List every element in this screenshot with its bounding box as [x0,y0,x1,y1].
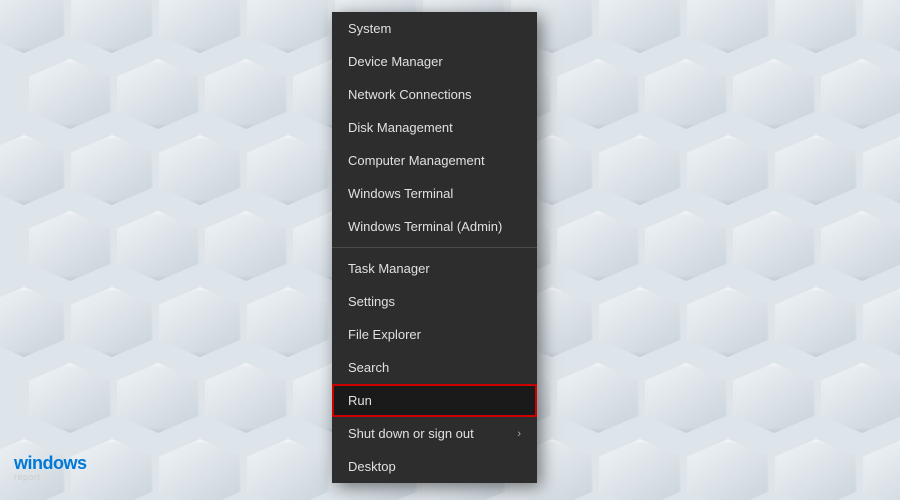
menu-label-windows-terminal-admin: Windows Terminal (Admin) [348,219,502,234]
menu-item-desktop[interactable]: Desktop [332,450,537,483]
hex-cell [557,363,639,433]
hex-cell [0,135,65,205]
hex-cell [821,363,900,433]
hex-cell [775,287,857,357]
menu-label-file-explorer: File Explorer [348,327,421,342]
hex-cell [863,135,900,205]
hex-cell [117,59,199,129]
hex-cell [733,59,815,129]
hex-cell [71,0,153,53]
hex-cell [247,135,329,205]
hex-cell [557,211,639,281]
menu-item-windows-terminal-admin[interactable]: Windows Terminal (Admin) [332,210,537,243]
windows-logo: windows report [14,453,87,482]
menu-item-settings[interactable]: Settings [332,285,537,318]
menu-label-network-connections: Network Connections [348,87,472,102]
menu-item-computer-management[interactable]: Computer Management [332,144,537,177]
hex-cell [645,363,727,433]
hex-cell [687,135,769,205]
hex-cell [117,363,199,433]
hex-cell [71,287,153,357]
hex-cell [821,211,900,281]
hex-cell [775,135,857,205]
hex-cell [247,0,329,53]
hex-cell [645,59,727,129]
hex-cell [821,59,900,129]
logo-w: windows [14,453,87,473]
menu-label-run: Run [348,393,372,408]
menu-label-task-manager: Task Manager [348,261,430,276]
menu-item-device-manager[interactable]: Device Manager [332,45,537,78]
hex-cell [687,287,769,357]
hex-cell [205,363,287,433]
hex-cell [247,287,329,357]
hex-cell [599,439,681,500]
hex-cell [159,0,241,53]
hex-cell [117,211,199,281]
hex-cell [29,363,111,433]
hex-cell [733,211,815,281]
hex-cell [687,439,769,500]
menu-label-device-manager: Device Manager [348,54,443,69]
menu-label-windows-terminal: Windows Terminal [348,186,453,201]
hex-cell [599,135,681,205]
menu-item-shut-down[interactable]: Shut down or sign out › [332,417,537,450]
menu-item-system[interactable]: System [332,12,537,45]
hex-cell [0,287,65,357]
hex-cell [557,59,639,129]
context-menu: System Device Manager Network Connections D… [332,12,537,483]
logo-subtitle: report [14,472,87,482]
hex-cell [29,59,111,129]
hex-cell [863,287,900,357]
hex-cell [0,0,65,53]
hex-cell [71,135,153,205]
hex-cell [159,439,241,500]
menu-item-run[interactable]: Run [332,384,537,417]
hex-cell [29,211,111,281]
menu-item-task-manager[interactable]: Task Manager [332,252,537,285]
hex-cell [159,135,241,205]
hex-cell [599,287,681,357]
hex-cell [687,0,769,53]
hex-cell [863,0,900,53]
menu-label-settings: Settings [348,294,395,309]
menu-item-search[interactable]: Search [332,351,537,384]
hex-cell [205,59,287,129]
hex-cell [863,439,900,500]
hex-cell [599,0,681,53]
menu-item-network-connections[interactable]: Network Connections [332,78,537,111]
menu-item-file-explorer[interactable]: File Explorer [332,318,537,351]
menu-label-system: System [348,21,391,36]
hex-cell [247,439,329,500]
menu-label-disk-management: Disk Management [348,120,453,135]
hex-cell [205,211,287,281]
hex-cell [159,287,241,357]
hex-cell [775,0,857,53]
hex-cell [775,439,857,500]
menu-separator [332,247,537,248]
hex-cell [733,363,815,433]
menu-label-desktop: Desktop [348,459,396,474]
menu-label-computer-management: Computer Management [348,153,485,168]
menu-label-shut-down: Shut down or sign out [348,426,474,441]
hex-cell [645,211,727,281]
submenu-arrow-icon: › [517,428,521,440]
menu-item-disk-management[interactable]: Disk Management [332,111,537,144]
menu-item-windows-terminal[interactable]: Windows Terminal [332,177,537,210]
menu-label-search: Search [348,360,389,375]
